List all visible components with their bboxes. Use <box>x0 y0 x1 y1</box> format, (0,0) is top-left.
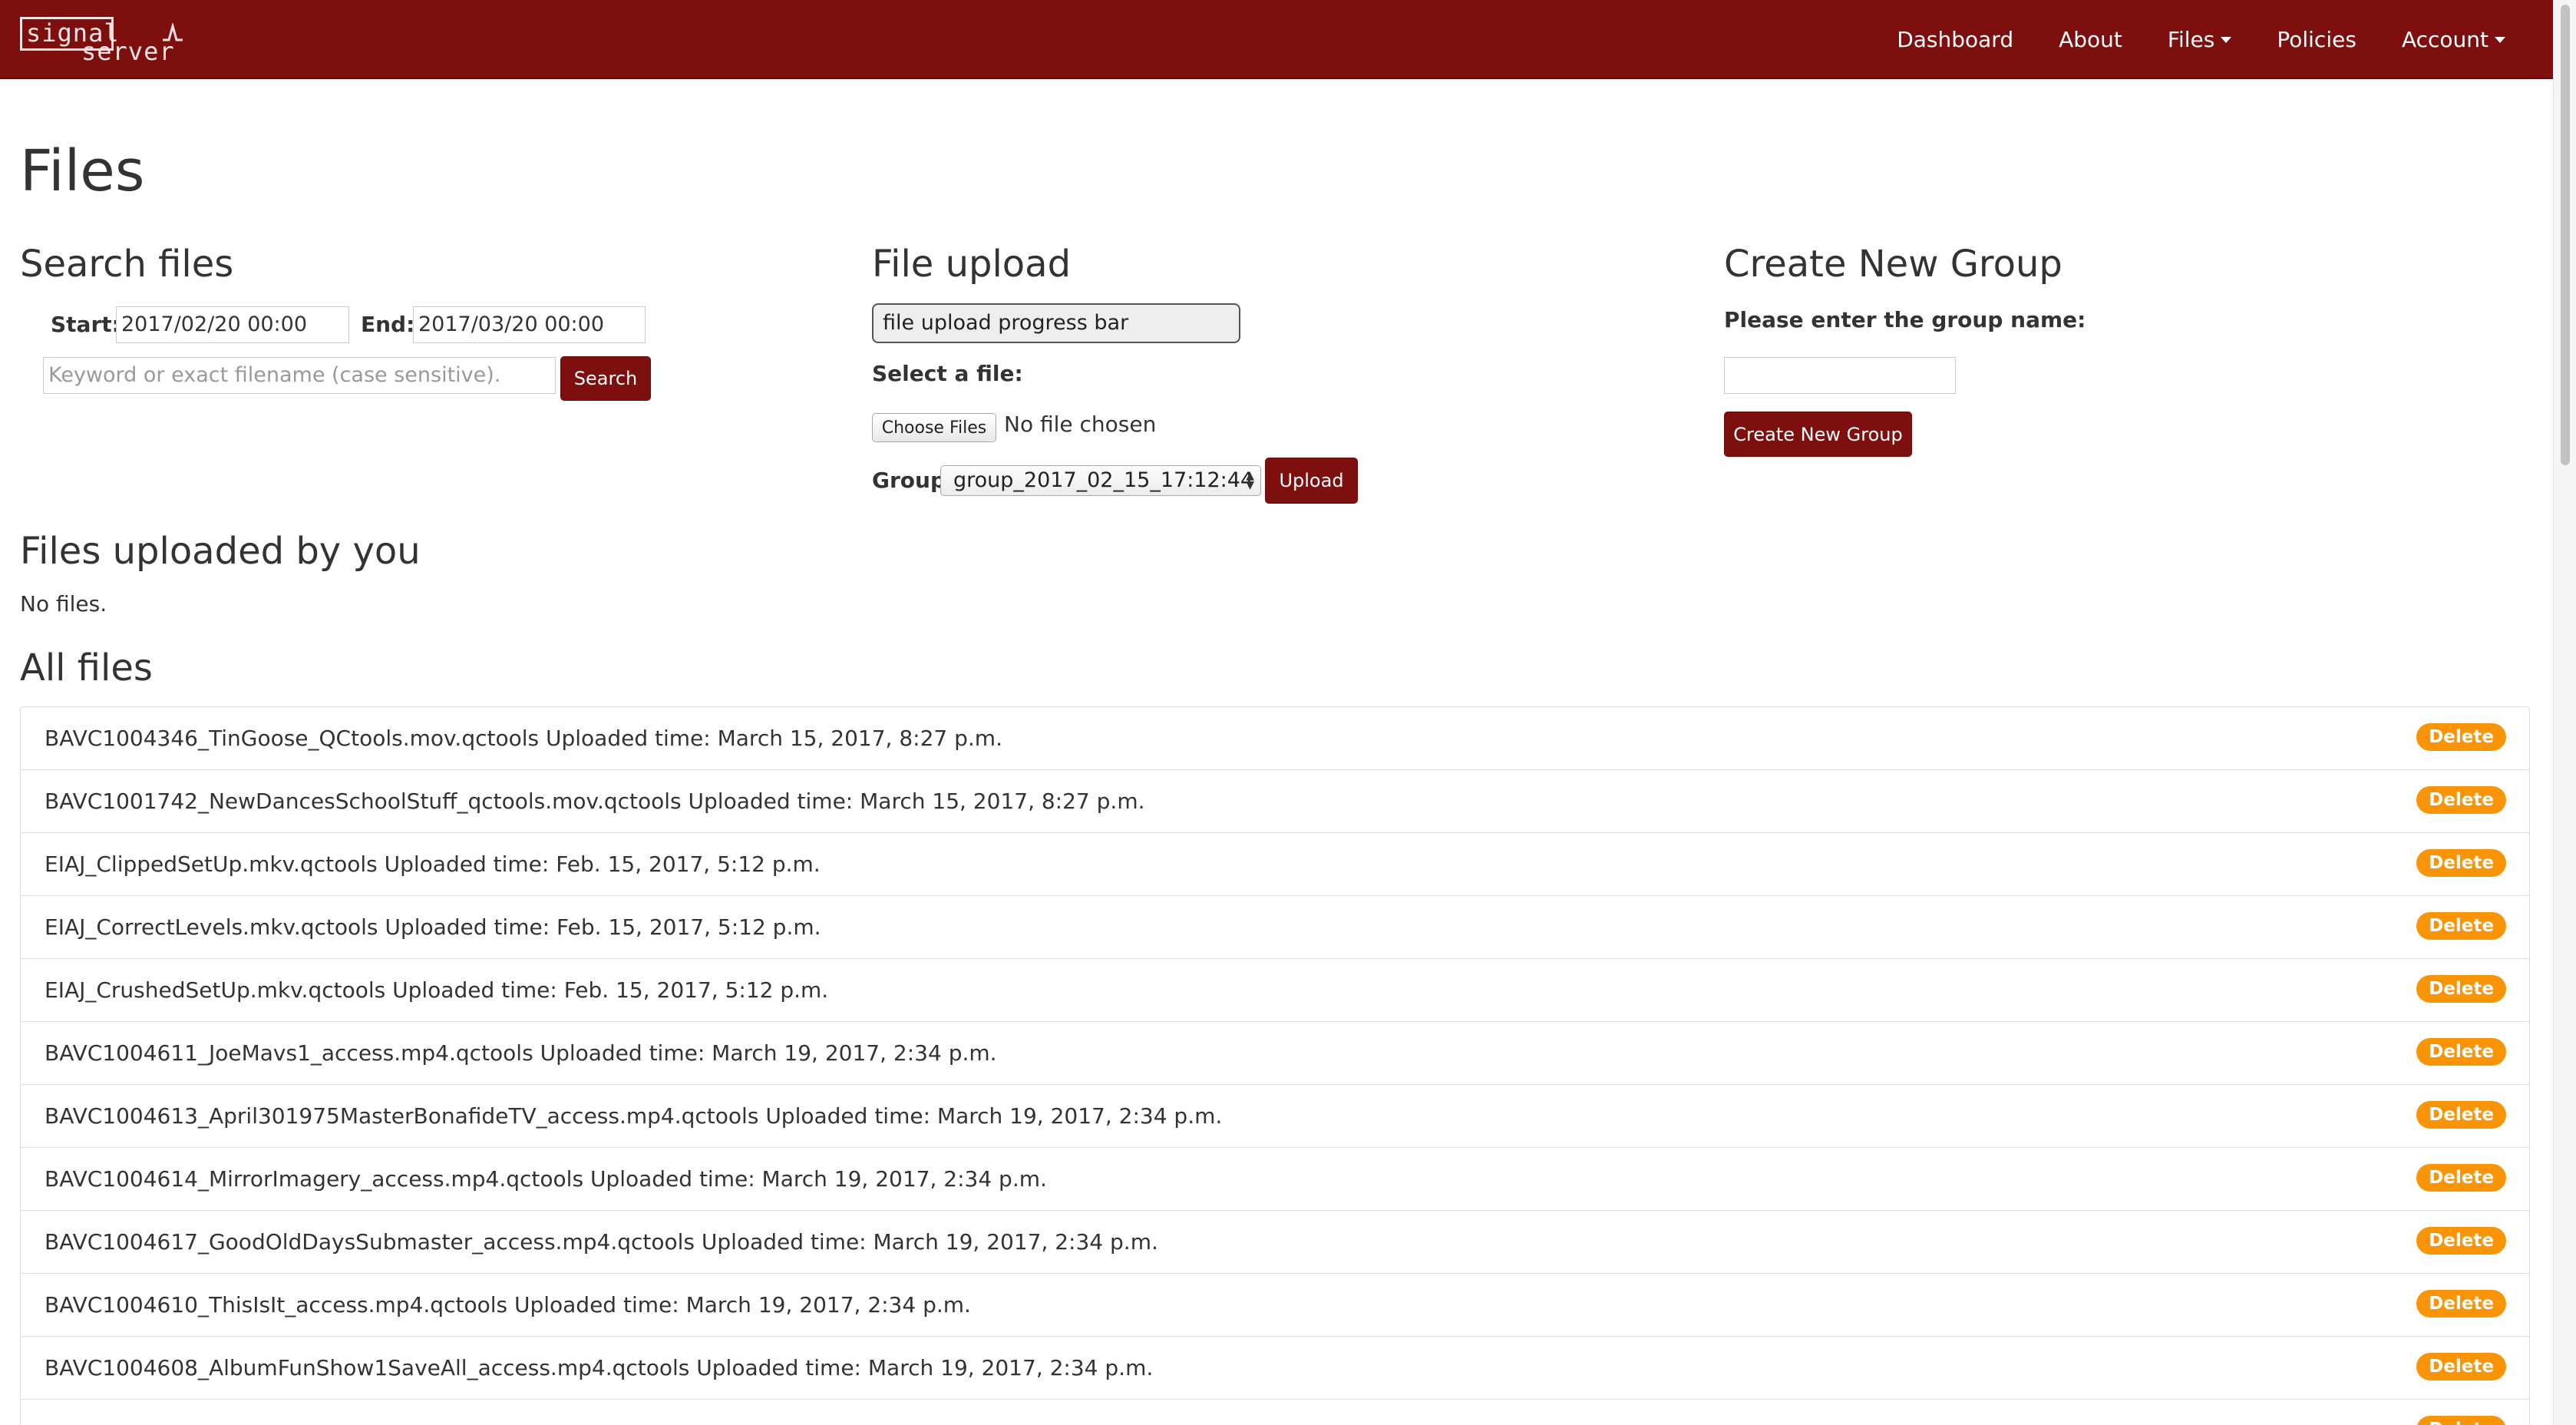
nav-label: Account <box>2401 27 2488 52</box>
file-entry-text: EIAJ_CrushedSetUp.mkv.qctools Uploaded t… <box>45 977 829 1003</box>
file-entry-text: BAVC1004611_JoeMavs1_access.mp4.qctools … <box>45 1040 997 1066</box>
file-row: BAVC1004617_GoodOldDaysSubmaster_access.… <box>21 1211 2529 1274</box>
file-row: BAVC1004611_JoeMavs1_access.mp4.qctools … <box>21 1022 2529 1085</box>
file-entry-text: BAVC1001742_NewDancesSchoolStuff_qctools… <box>45 789 1145 814</box>
select-arrows-icon: ▲ ▼ <box>1246 470 1254 491</box>
scrollbar-thumb[interactable] <box>2561 5 2570 465</box>
delete-button[interactable]: Delete <box>2416 723 2506 751</box>
caret-down-icon <box>2495 36 2505 43</box>
file-row: BAVC1004614_MirrorImagery_access.mp4.qct… <box>21 1148 2529 1211</box>
my-files-heading: Files uploaded by you <box>20 530 421 573</box>
file-row: BAVC1004610_ThisIsIt_access.mp4.qctools … <box>21 1274 2529 1337</box>
file-row: Delete <box>21 1400 2529 1425</box>
signal-server-logo[interactable]: signal server <box>20 17 183 66</box>
select-file-label: Select a file: <box>872 361 1023 386</box>
file-row: BAVC1004608_AlbumFunShow1SaveAll_access.… <box>21 1337 2529 1400</box>
group-name-prompt: Please enter the group name: <box>1724 307 2086 332</box>
create-new-group-button[interactable]: Create New Group <box>1724 412 1912 457</box>
delete-button[interactable]: Delete <box>2416 1227 2506 1255</box>
group-select[interactable]: group_2017_02_15_17:12:44 ▲ ▼ <box>940 465 1261 496</box>
upload-button[interactable]: Upload <box>1265 458 1358 504</box>
create-group-heading: Create New Group <box>1724 243 2062 286</box>
delete-button[interactable]: Delete <box>2416 912 2506 940</box>
delete-button[interactable]: Delete <box>2416 1164 2506 1192</box>
group-name-input[interactable] <box>1724 357 1956 394</box>
delete-button[interactable]: Delete <box>2416 1290 2506 1318</box>
delete-button[interactable]: Delete <box>2416 1353 2506 1380</box>
file-entry-text: EIAJ_ClippedSetUp.mkv.qctools Uploaded t… <box>45 851 821 877</box>
file-entry-text: BAVC1004617_GoodOldDaysSubmaster_access.… <box>45 1229 1158 1255</box>
file-row: BAVC1001742_NewDancesSchoolStuff_qctools… <box>21 770 2529 833</box>
end-date-input[interactable]: 2017/03/20 00:00 <box>413 306 646 343</box>
file-entry-text: BAVC1004346_TinGoose_QCtools.mov.qctools… <box>45 726 1002 751</box>
end-label: End: <box>361 312 415 337</box>
file-row: EIAJ_CrushedSetUp.mkv.qctools Uploaded t… <box>21 959 2529 1022</box>
caret-down-icon <box>2221 36 2232 43</box>
delete-button[interactable]: Delete <box>2416 1101 2506 1129</box>
logo-word-server: server <box>81 37 175 66</box>
page-scrollbar[interactable] <box>2553 0 2576 1425</box>
page-title: Files <box>20 138 145 204</box>
waveform-icon <box>163 23 183 41</box>
file-upload-heading: File upload <box>872 243 1072 286</box>
file-row: EIAJ_ClippedSetUp.mkv.qctools Uploaded t… <box>21 833 2529 896</box>
file-row: BAVC1004613_April301975MasterBonafideTV_… <box>21 1085 2529 1148</box>
nav-files[interactable]: Files <box>2167 27 2232 52</box>
group-select-value: group_2017_02_15_17:12:44 <box>953 468 1254 492</box>
nav-label: Dashboard <box>1897 27 2014 52</box>
page: signal server Dashboard About Files Policie… <box>0 0 2576 1425</box>
nav-dashboard[interactable]: Dashboard <box>1897 27 2013 52</box>
nav-about[interactable]: About <box>2059 27 2122 52</box>
file-entry-text: BAVC1004614_MirrorImagery_access.mp4.qct… <box>45 1166 1047 1192</box>
search-button[interactable]: Search <box>560 356 651 401</box>
file-entry-text: BAVC1004608_AlbumFunShow1SaveAll_access.… <box>45 1355 1154 1380</box>
progress-label: file upload progress bar <box>883 311 1129 335</box>
file-entry-text: BAVC1004610_ThisIsIt_access.mp4.qctools … <box>45 1292 971 1318</box>
delete-button[interactable]: Delete <box>2416 1416 2506 1425</box>
nav-menu: Dashboard About Files Policies Account <box>1897 0 2505 79</box>
nav-label: Policies <box>2277 27 2356 52</box>
file-row: BAVC1004346_TinGoose_QCtools.mov.qctools… <box>21 707 2529 770</box>
start-label: Start: <box>51 312 121 337</box>
search-files-heading: Search files <box>20 243 234 286</box>
nav-policies[interactable]: Policies <box>2277 27 2356 52</box>
all-files-heading: All files <box>20 646 153 689</box>
delete-button[interactable]: Delete <box>2416 849 2506 877</box>
all-files-list: BAVC1004346_TinGoose_QCtools.mov.qctools… <box>20 706 2530 1425</box>
no-files-text: No files. <box>20 591 107 617</box>
upload-progress-bar: file upload progress bar <box>872 303 1240 343</box>
no-file-chosen-text: No file chosen <box>1004 412 1157 437</box>
delete-button[interactable]: Delete <box>2416 975 2506 1003</box>
start-date-input[interactable]: 2017/02/20 00:00 <box>116 306 349 343</box>
choose-files-button[interactable]: Choose Files <box>872 413 996 442</box>
top-navbar: signal server Dashboard About Files Policie… <box>0 0 2553 79</box>
file-row: EIAJ_CorrectLevels.mkv.qctools Uploaded … <box>21 896 2529 959</box>
delete-button[interactable]: Delete <box>2416 1038 2506 1066</box>
nav-account[interactable]: Account <box>2402 27 2505 52</box>
delete-button[interactable]: Delete <box>2416 786 2506 814</box>
nav-label: About <box>2059 27 2122 52</box>
nav-label: Files <box>2167 27 2215 52</box>
file-entry-text: BAVC1004613_April301975MasterBonafideTV_… <box>45 1103 1223 1129</box>
group-label: Group <box>872 468 946 493</box>
keyword-search-input[interactable]: Keyword or exact filename (case sensitiv… <box>43 357 556 394</box>
file-entry-text: EIAJ_CorrectLevels.mkv.qctools Uploaded … <box>45 914 821 940</box>
